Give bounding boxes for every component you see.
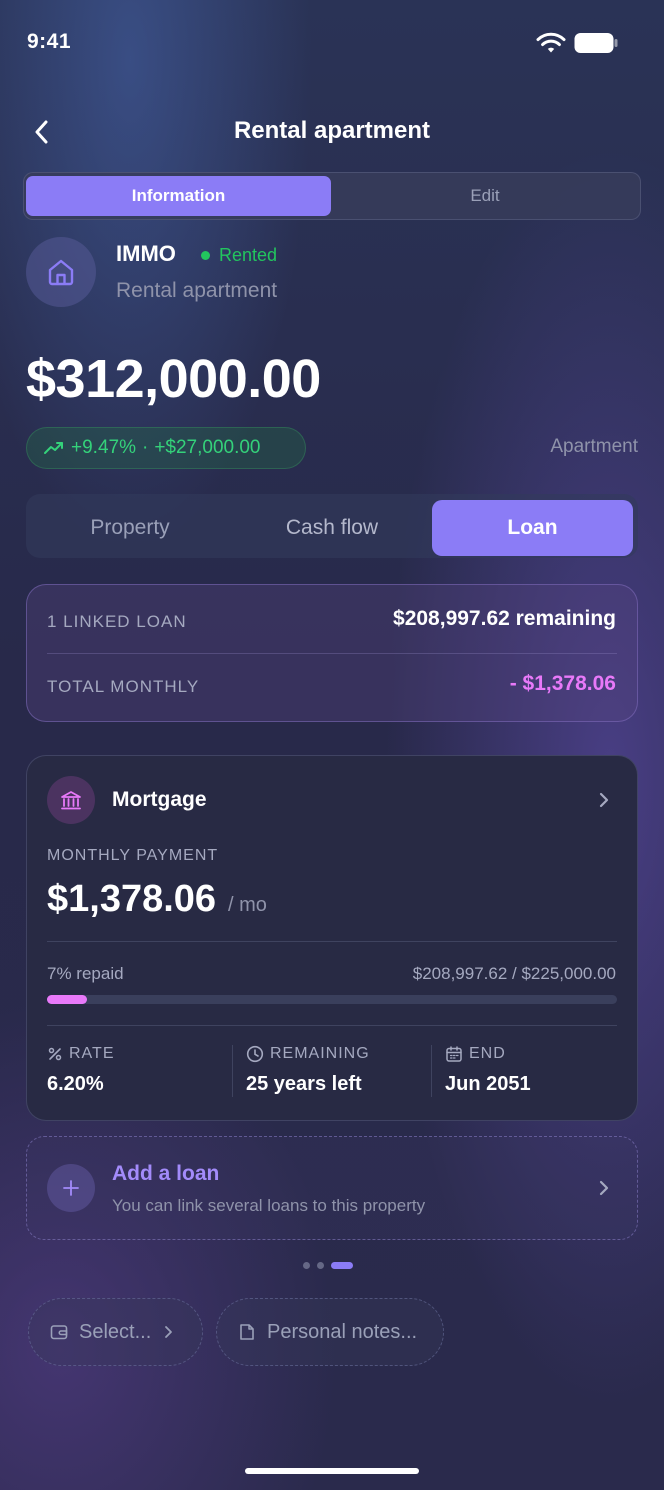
add-loan-icon-badge (47, 1164, 95, 1212)
property-avatar (26, 237, 96, 307)
percent-icon (48, 1047, 62, 1061)
tab-cashflow[interactable]: Cash flow (232, 500, 432, 556)
monthly-payment-label: MONTHLY PAYMENT (47, 847, 219, 864)
property-type: Apartment (550, 436, 638, 457)
chevron-right-icon (599, 1180, 609, 1196)
summary-divider (47, 653, 617, 654)
remaining-value: 25 years left (246, 1073, 362, 1095)
end-label: END (445, 1045, 506, 1063)
add-loan-subtitle: You can link several loans to this prope… (112, 1196, 426, 1215)
remaining-label: REMAINING (246, 1045, 370, 1063)
bank-icon (61, 791, 81, 810)
select-chip[interactable]: Select... (28, 1298, 203, 1366)
end-label-text: END (469, 1045, 506, 1062)
repaid-progress-track (47, 995, 617, 1004)
page-title: Rental apartment (233, 117, 431, 144)
calendar-icon (446, 1046, 462, 1062)
chevron-right-icon (599, 792, 609, 808)
tab-loan[interactable]: Loan (432, 500, 633, 556)
segment-edit[interactable]: Edit (331, 176, 639, 216)
property-value: $312,000.00 (26, 349, 321, 409)
home-indicator[interactable] (245, 1468, 419, 1474)
notes-chip-label: Personal notes... (267, 1320, 418, 1343)
linked-loan-value: $208,997.62 remaining (393, 607, 616, 630)
status-dot (201, 251, 210, 260)
chevron-left-icon (35, 120, 48, 144)
change-separator: · (141, 437, 149, 458)
loan-divider (47, 941, 617, 942)
status-time: 9:41 (27, 30, 72, 53)
page-dot[interactable] (317, 1262, 324, 1269)
note-icon (240, 1324, 254, 1340)
remaining-label-text: REMAINING (270, 1045, 370, 1062)
loan-icon-badge (47, 776, 95, 824)
rate-label: RATE (47, 1045, 114, 1063)
change-amount: +$27,000.00 (154, 437, 261, 458)
repaid-progress-fill (47, 995, 87, 1004)
trending-up-icon (44, 442, 63, 454)
page-dot[interactable] (303, 1262, 310, 1269)
chevron-right-icon (165, 1326, 173, 1338)
back-button[interactable] (22, 112, 62, 152)
loan-divider (47, 1025, 617, 1026)
linked-loan-label: 1 LINKED LOAN (47, 612, 187, 631)
page-dot-active[interactable] (331, 1262, 353, 1269)
battery-icon (574, 33, 618, 53)
repaid-amount: $208,997.62 / $225,000.00 (412, 964, 616, 983)
loan-name: Mortgage (112, 788, 207, 811)
rate-label-text: RATE (69, 1045, 115, 1062)
stat-separator (431, 1045, 432, 1097)
end-value: Jun 2051 (445, 1073, 531, 1095)
property-name: IMMO (116, 241, 176, 266)
clock-icon (246, 1045, 264, 1063)
repaid-label: 7% repaid (47, 964, 124, 983)
monthly-payment-unit: / mo (228, 894, 267, 916)
home-icon (48, 259, 74, 286)
status-badge: Rented (219, 245, 278, 265)
select-chip-label: Select... (79, 1320, 152, 1343)
total-monthly-value: - $1,378.06 (509, 672, 616, 695)
wallet-icon (50, 1325, 68, 1340)
total-monthly-label: TOTAL MONTHLY (47, 677, 200, 696)
add-loan-card[interactable] (26, 1136, 638, 1240)
rate-value: 6.20% (47, 1073, 104, 1095)
segment-information[interactable]: Information (26, 176, 331, 216)
stat-separator (232, 1045, 233, 1097)
monthly-payment-value: $1,378.06 (47, 878, 217, 920)
wifi-icon (536, 32, 566, 53)
plus-icon (63, 1180, 79, 1196)
property-subtitle: Rental apartment (116, 279, 278, 302)
change-percent: +9.47% (71, 437, 136, 458)
tab-property[interactable]: Property (30, 500, 230, 556)
personal-notes-chip[interactable]: Personal notes... (216, 1298, 444, 1366)
change-pill: +9.47% · +$27,000.00 (26, 427, 306, 469)
add-loan-title: Add a loan (112, 1162, 220, 1185)
